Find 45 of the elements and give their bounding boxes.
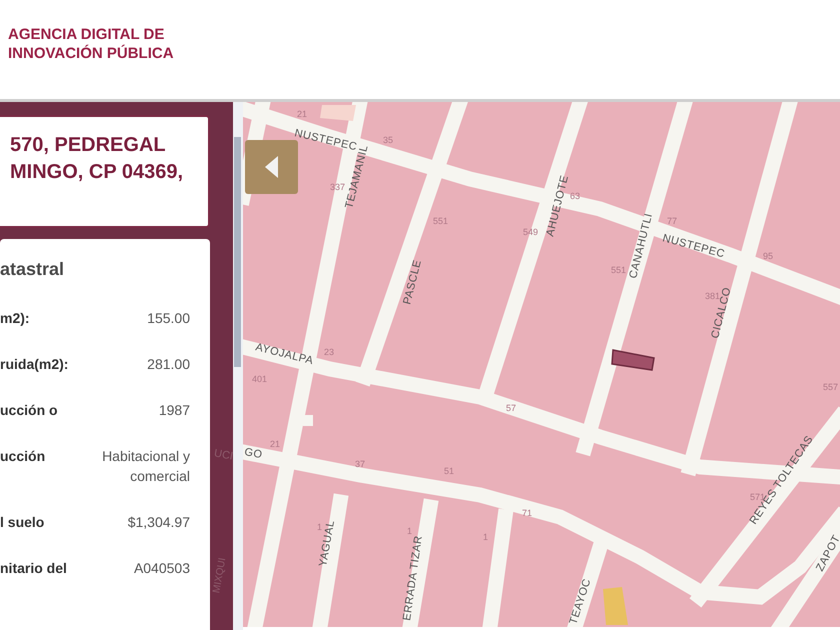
house-number-label: 557 [823,382,838,392]
field-value: Habitacional y comercial [101,447,190,486]
land-parcel [303,415,313,426]
field-label: ruida(m2): [0,356,68,372]
house-number-label: 35 [383,135,394,145]
house-number-label: 71 [522,508,532,518]
field-value: A040503 [134,559,190,578]
house-number-label: 337 [330,182,346,192]
address-text: 570, PEDREGAL [10,133,167,158]
house-number-label: 57 [506,403,516,413]
house-number-label: 1 [407,526,412,536]
logo-text: INNOVACIÓN PÚBLICA [8,44,174,62]
house-number-label: 1 [483,532,488,542]
house-number-label: 549 [523,227,538,237]
field-value: $1,304.97 [128,513,190,532]
house-number-label: 95 [763,251,774,261]
address-text: MINGO, CP 04369, [10,160,184,185]
field-label: l suelo [0,514,44,530]
street-label: ERRADA TIZAR [401,534,425,622]
scrollbar-thumb[interactable] [234,137,241,367]
land-parcel [603,587,628,625]
house-number-label: 551 [611,265,626,275]
selected-parcel[interactable] [611,349,655,371]
field-label: m2): [0,310,30,326]
house-number-label: 21 [270,439,280,449]
house-number-label: 21 [297,109,308,119]
house-number-label: 63 [570,191,580,201]
field-label: nitario del [0,560,67,576]
field-value: 281.00 [147,355,190,374]
field-label: ucción [0,448,46,464]
left-triangle-icon [264,156,278,178]
land-parcel [320,105,356,121]
field-value: 155.00 [147,309,190,328]
logo-text: AGENCIA DIGITAL DE [8,24,166,44]
house-number-label: 551 [433,216,448,226]
house-number-label: 37 [355,459,366,469]
house-number-label: 401 [252,374,268,384]
card-title: atastral [0,259,66,280]
house-number-label: 77 [667,216,678,226]
field-value: 1987 [158,401,190,420]
street-label: GO [243,446,264,462]
house-number-label: 23 [324,347,334,357]
field-label: ucción o [0,402,58,418]
street-label: PASCLE [401,258,424,306]
house-number-label: 51 [444,466,454,476]
